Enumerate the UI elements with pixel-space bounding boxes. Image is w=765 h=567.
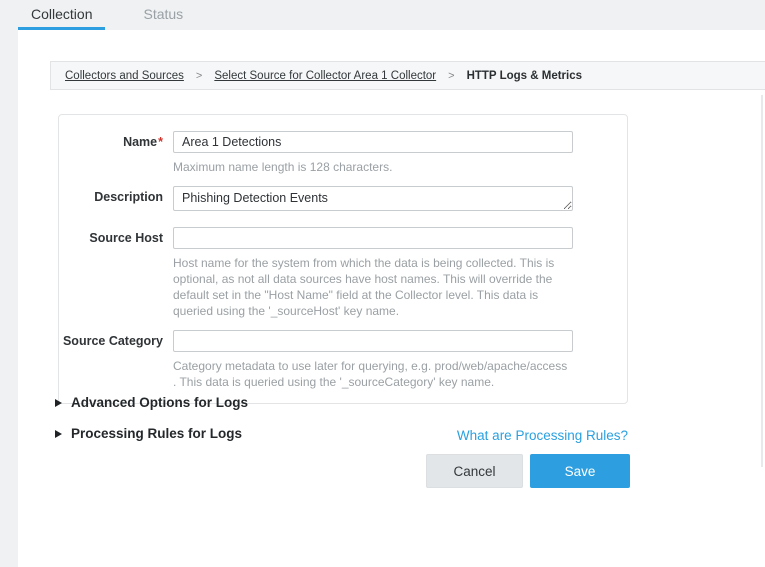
advanced-options-label: Advanced Options for Logs: [71, 395, 248, 410]
scrollbar-track: [761, 95, 763, 467]
form-actions: Cancel Save: [426, 454, 630, 488]
breadcrumb-separator: >: [196, 70, 202, 82]
breadcrumb-separator: >: [448, 70, 454, 82]
description-textarea[interactable]: Phishing Detection Events: [173, 186, 573, 211]
save-button[interactable]: Save: [530, 454, 630, 488]
tab-bar: Collection Status: [18, 0, 196, 30]
name-label-text: Name: [123, 135, 157, 149]
section-advanced-options[interactable]: Advanced Options for Logs: [55, 395, 248, 410]
source-host-help-text: Host name for the system from which the …: [173, 255, 573, 319]
source-host-label: Source Host: [59, 227, 173, 319]
breadcrumb-select-source[interactable]: Select Source for Collector Area 1 Colle…: [214, 70, 436, 82]
processing-rules-label: Processing Rules for Logs: [71, 426, 242, 441]
breadcrumb: Collectors and Sources > Select Source f…: [50, 61, 765, 90]
name-label: Name*: [59, 131, 173, 175]
source-category-label: Source Category: [59, 330, 173, 390]
breadcrumb-current-page: HTTP Logs & Metrics: [467, 70, 582, 82]
form-row-name: Name* Maximum name length is 128 charact…: [59, 131, 627, 175]
source-config-panel: Name* Maximum name length is 128 charact…: [58, 114, 628, 404]
required-asterisk: *: [158, 135, 163, 149]
content-area: Collectors and Sources > Select Source f…: [18, 30, 765, 567]
description-label: Description: [59, 186, 173, 216]
description-control: Phishing Detection Events: [173, 186, 573, 216]
form-row-source-host: Source Host Host name for the system fro…: [59, 227, 627, 319]
breadcrumb-collectors-and-sources[interactable]: Collectors and Sources: [65, 70, 184, 82]
source-host-input[interactable]: [173, 227, 573, 249]
name-help-text: Maximum name length is 128 characters.: [173, 159, 573, 175]
source-host-control: Host name for the system from which the …: [173, 227, 573, 319]
source-category-control: Category metadata to use later for query…: [173, 330, 573, 390]
form-row-source-category: Source Category Category metadata to use…: [59, 330, 627, 390]
collapsed-arrow-icon: [55, 399, 62, 407]
tab-status[interactable]: Status: [130, 0, 196, 30]
name-control: Maximum name length is 128 characters.: [173, 131, 573, 175]
source-category-input[interactable]: [173, 330, 573, 352]
cancel-button[interactable]: Cancel: [426, 454, 523, 488]
collapsed-arrow-icon: [55, 430, 62, 438]
tab-collection[interactable]: Collection: [18, 0, 105, 30]
name-input[interactable]: [173, 131, 573, 153]
what-are-processing-rules-link[interactable]: What are Processing Rules?: [457, 428, 628, 443]
section-processing-rules[interactable]: Processing Rules for Logs: [55, 426, 242, 441]
form-row-description: Description Phishing Detection Events: [59, 186, 627, 216]
source-category-help-text: Category metadata to use later for query…: [173, 358, 573, 390]
